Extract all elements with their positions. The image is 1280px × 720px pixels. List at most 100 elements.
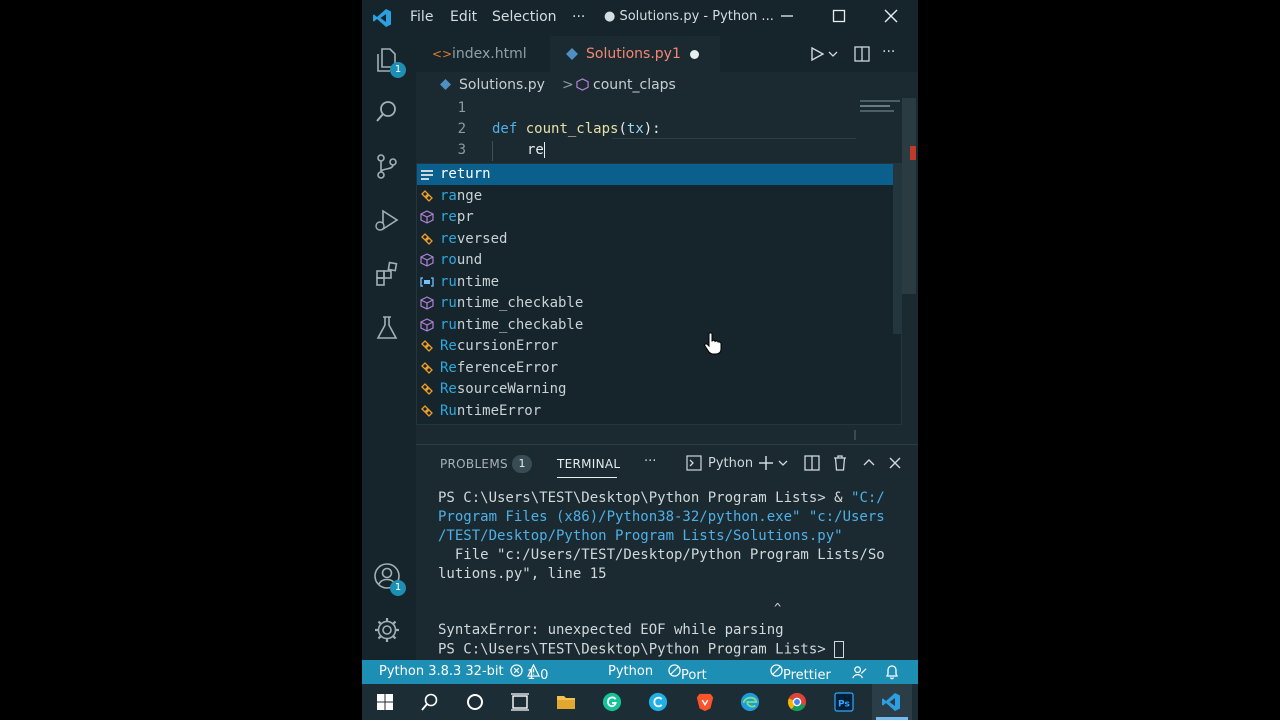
menu-edit[interactable]: Edit	[450, 9, 477, 25]
chevron-down-icon[interactable]	[778, 458, 788, 468]
tab-label: index.html	[452, 46, 527, 62]
suggestion-item[interactable]: RuntimeError	[417, 401, 901, 422]
variable-icon	[420, 276, 434, 287]
class-icon	[421, 189, 433, 202]
suggestion-item[interactable]: range	[417, 186, 901, 207]
search-icon	[376, 101, 396, 122]
suggestion-label: ResourceWarning	[440, 379, 566, 400]
source-control-button[interactable]	[373, 152, 405, 184]
terminal-output[interactable]: PS C:\Users\TEST\Desktop\Python Program …	[416, 489, 918, 661]
error-count: 1	[527, 668, 536, 683]
bell-icon[interactable]	[884, 664, 900, 680]
suggestion-label: return	[440, 164, 491, 185]
suggestion-label: runtime	[440, 272, 499, 293]
suggestion-item[interactable]: ResourceWarning	[417, 379, 901, 400]
menu-file[interactable]: File	[410, 9, 433, 25]
maximize-button[interactable]	[824, 6, 854, 30]
task-view-icon[interactable]	[510, 692, 530, 712]
split-terminal-icon[interactable]	[804, 455, 820, 471]
brave-browser-icon[interactable]	[695, 692, 715, 712]
chevron-down-icon[interactable]	[828, 49, 838, 59]
minimap-line	[860, 110, 894, 112]
vertical-scrollbar[interactable]	[902, 98, 916, 294]
accounts-button[interactable]: 1	[373, 562, 406, 596]
suggestion-rest: cursionError	[456, 338, 559, 354]
vscode-window: File Edit Selection ··· ● Solutions.py -…	[362, 0, 918, 720]
testing-button[interactable]	[373, 314, 405, 346]
suggestion-rest: und	[456, 252, 483, 268]
extensions-button[interactable]	[373, 260, 405, 292]
chrome-browser-icon[interactable]	[787, 692, 807, 712]
suggestion-label: runtime_checkable	[440, 315, 583, 336]
suggestion-item[interactable]: runtime_checkable	[417, 293, 901, 314]
prettier-status[interactable]: Prettier	[770, 664, 831, 683]
canva-icon[interactable]	[648, 692, 668, 712]
python-interpreter[interactable]: Python 3.8.3 32-bit	[379, 664, 504, 679]
add-terminal-icon[interactable]	[758, 455, 774, 471]
paren-open: (	[618, 121, 627, 137]
tab-solutions-py[interactable]: Solutions.py 1	[550, 36, 720, 72]
bottom-panel: PROBLEMS 1 TERMINAL ··· Python PS C:\Use…	[416, 444, 918, 661]
suggestion-item[interactable]: ReferenceError	[417, 358, 901, 379]
breadcrumb-file[interactable]: Solutions.py	[459, 77, 545, 93]
suggestion-item[interactable]: return	[417, 164, 901, 185]
problems-indicator[interactable]: 1 0	[510, 663, 548, 683]
manage-button[interactable]	[373, 616, 405, 648]
run-debug-button[interactable]	[373, 206, 405, 238]
suggestion-item[interactable]: runtime	[417, 272, 901, 293]
feedback-icon[interactable]	[852, 665, 867, 680]
suggestion-item[interactable]: round	[417, 250, 901, 271]
match-highlight: ro	[440, 252, 457, 268]
language-mode[interactable]: Python	[608, 664, 653, 679]
photoshop-icon[interactable]: Ps	[834, 692, 854, 712]
breadcrumb-separator: >	[562, 77, 574, 93]
tab-terminal[interactable]: TERMINAL	[557, 457, 620, 471]
unsaved-dot-icon[interactable]	[690, 50, 699, 59]
status-bar: Python 3.8.3 32-bit 1 0 Python Port : 55…	[362, 660, 918, 713]
problems-count-badge: 1	[512, 455, 532, 473]
menu-more[interactable]: ···	[572, 9, 585, 25]
vscode-taskbar-icon[interactable]	[881, 692, 901, 712]
terminal-shell-name[interactable]: Python	[708, 456, 753, 471]
menu-selection[interactable]: Selection	[492, 9, 557, 25]
block-icon	[770, 664, 783, 677]
suggestion-item[interactable]: runtime_checkable	[417, 315, 901, 336]
cortana-icon[interactable]	[465, 692, 485, 712]
function-icon	[420, 296, 434, 310]
suggestion-label: RecursionError	[440, 336, 558, 357]
more-actions-icon[interactable]: ···	[882, 44, 895, 60]
breadcrumb-symbol[interactable]: count_claps	[593, 77, 676, 93]
edge-browser-icon[interactable]	[740, 692, 760, 712]
trash-icon[interactable]	[833, 455, 847, 471]
close-window-button[interactable]	[876, 6, 906, 30]
chevron-up-icon[interactable]	[862, 456, 876, 470]
suggestion-item[interactable]: RecursionError	[417, 336, 901, 357]
svg-text:Ps: Ps	[838, 700, 850, 710]
match-highlight: re	[440, 230, 457, 247]
suggestion-item[interactable]: reversed	[417, 229, 901, 250]
windows-start-icon[interactable]	[375, 692, 395, 712]
tab-index-html[interactable]: <> index.html	[416, 36, 550, 72]
file-explorer-icon[interactable]	[556, 692, 576, 712]
suggestion-rest: sourceWarning	[456, 381, 567, 397]
close-panel-icon[interactable]	[888, 456, 902, 470]
search-icon[interactable]	[420, 692, 440, 712]
match-highlight: Re	[440, 381, 457, 397]
live-server-port[interactable]: Port : 5500	[668, 664, 714, 713]
suggestion-label: range	[440, 186, 482, 207]
panel-more-icon[interactable]: ···	[644, 454, 656, 469]
suggestion-label: ReferenceError	[440, 358, 558, 379]
tab-problems[interactable]: PROBLEMS	[440, 457, 508, 471]
line-number: 3	[457, 142, 466, 158]
explorer-button[interactable]: 1	[373, 46, 406, 78]
suggestion-rest: versed	[456, 230, 508, 247]
grammarly-icon[interactable]	[602, 692, 622, 712]
suggestion-item[interactable]: repr	[417, 207, 901, 228]
terminal-string: "C:/	[851, 490, 885, 506]
run-file-icon[interactable]	[810, 47, 824, 61]
split-editor-icon[interactable]	[854, 46, 870, 62]
suggestions-scrollbar[interactable]	[893, 164, 901, 334]
run-debug-icon	[375, 209, 399, 231]
minimize-button[interactable]	[772, 6, 802, 30]
search-button[interactable]	[373, 98, 405, 130]
